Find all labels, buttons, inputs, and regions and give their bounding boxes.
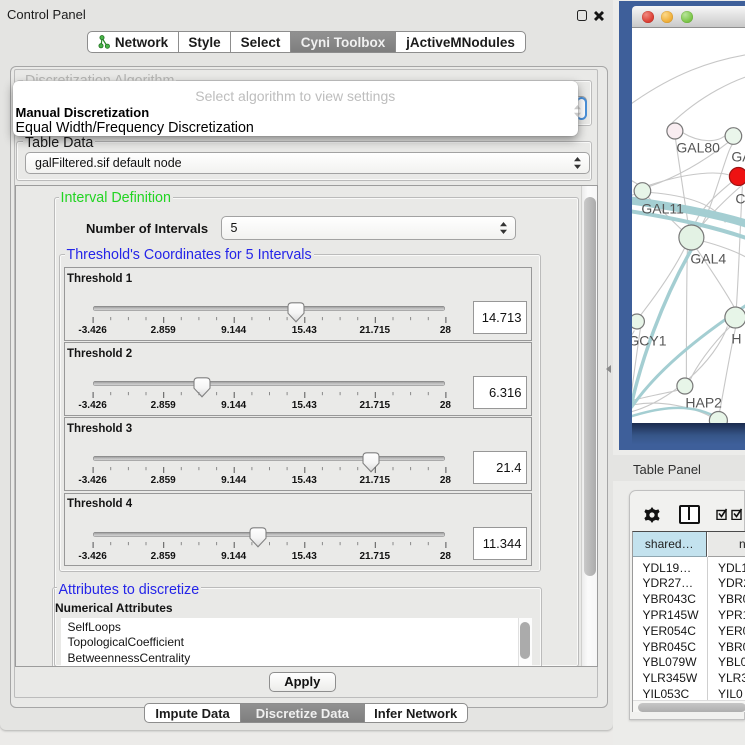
svg-text:GAL80: GAL80 bbox=[676, 139, 720, 155]
svg-text:C: C bbox=[735, 190, 745, 206]
svg-text:GA: GA bbox=[731, 148, 745, 164]
svg-text:GAL4: GAL4 bbox=[690, 250, 726, 266]
svg-text:GAL11: GAL11 bbox=[641, 200, 684, 216]
svg-text:HAP2: HAP2 bbox=[685, 394, 722, 410]
svg-text:GCY1: GCY1 bbox=[632, 332, 667, 348]
svg-text:H: H bbox=[731, 330, 741, 346]
